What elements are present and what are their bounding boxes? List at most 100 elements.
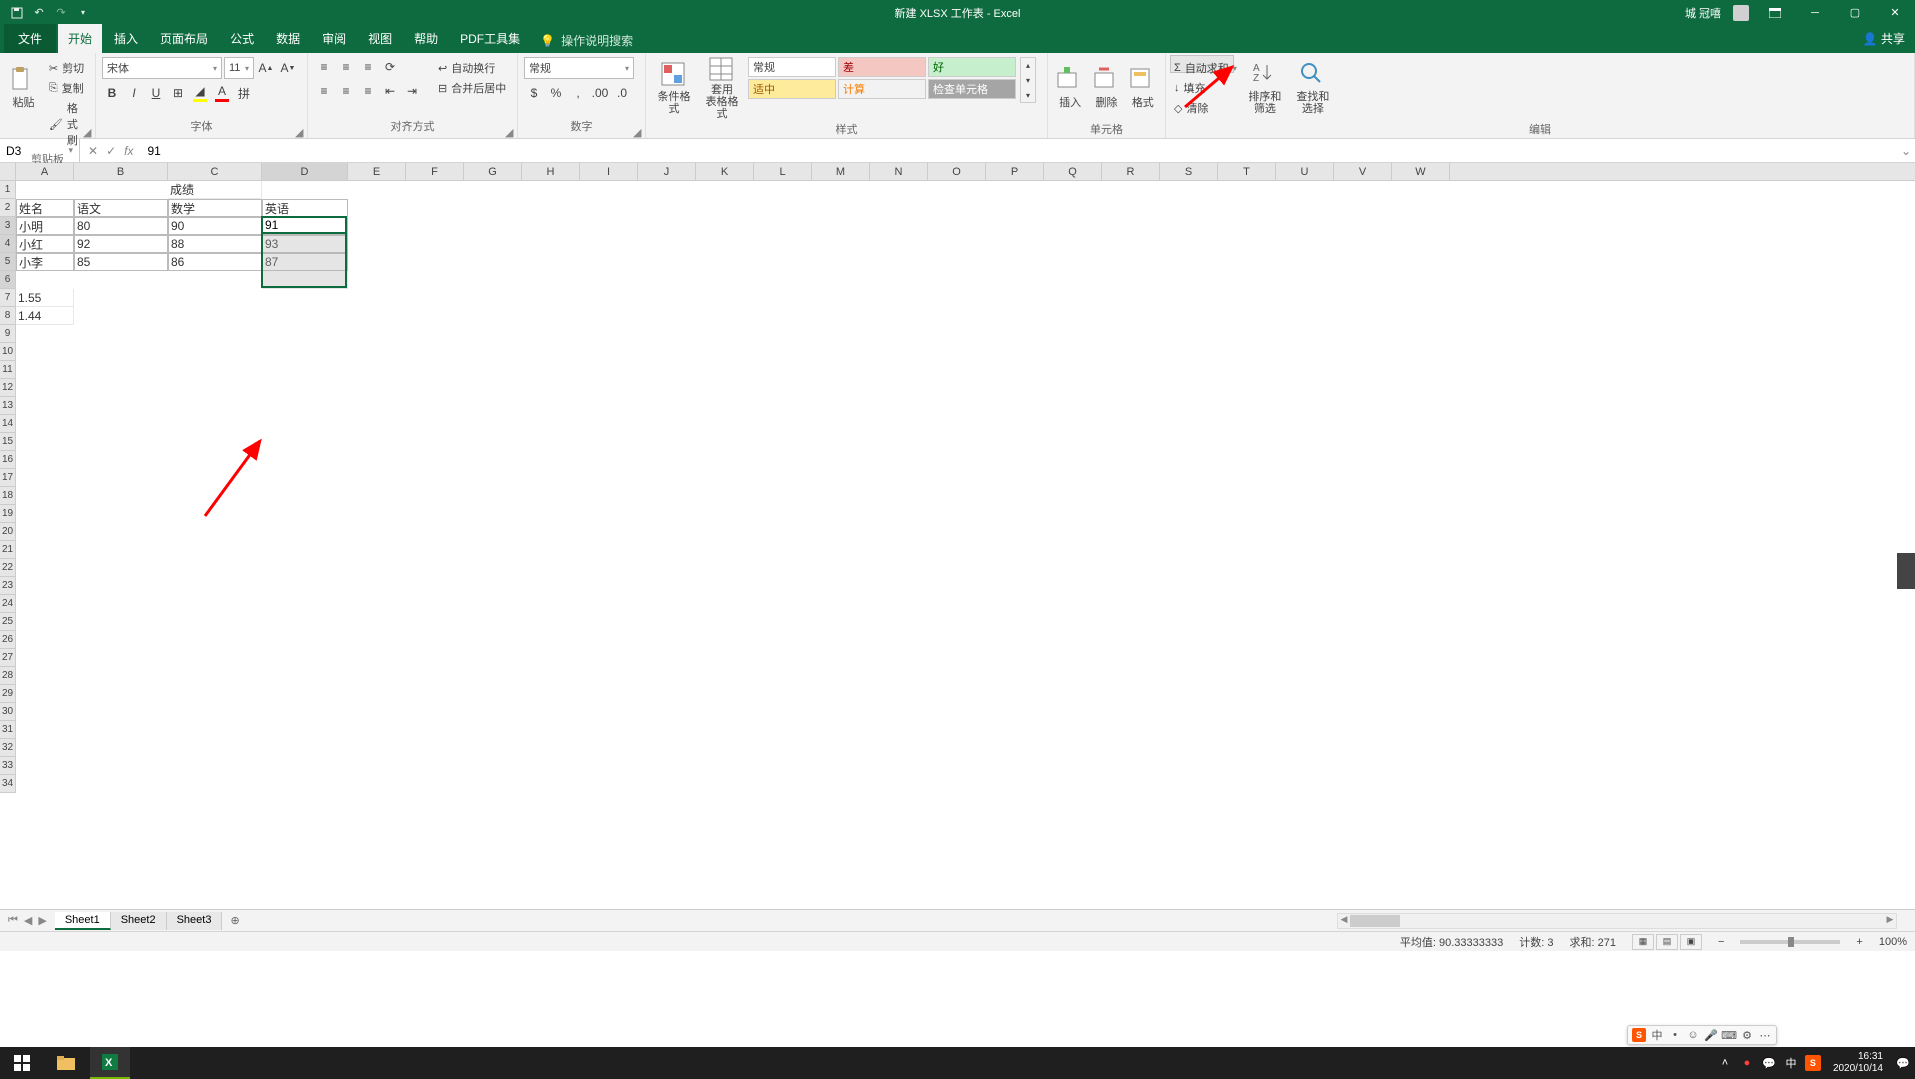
- cut-button[interactable]: ✂剪切: [45, 59, 89, 77]
- style-neutral[interactable]: 适中: [748, 79, 836, 99]
- row-header-34[interactable]: 34: [0, 775, 16, 793]
- column-header-C[interactable]: C: [168, 163, 262, 180]
- expand-formula-bar-icon[interactable]: ⌄: [1897, 144, 1915, 158]
- sheet-tab-sheet1[interactable]: Sheet1: [55, 912, 111, 930]
- column-header-V[interactable]: V: [1334, 163, 1392, 180]
- find-select-button[interactable]: 查找和选择: [1291, 57, 1335, 119]
- row-header-12[interactable]: 12: [0, 379, 16, 397]
- row-header-31[interactable]: 31: [0, 721, 16, 739]
- column-header-R[interactable]: R: [1102, 163, 1160, 180]
- increase-font-icon[interactable]: A▲: [256, 58, 276, 78]
- align-top-icon[interactable]: ≡: [314, 57, 334, 77]
- row-header-3[interactable]: 3: [0, 217, 16, 235]
- qat-dropdown-icon[interactable]: ▾: [76, 6, 90, 20]
- cell-styles-gallery[interactable]: 常规 差 好 适中 计算 检查单元格: [748, 57, 1016, 99]
- view-page-break-icon[interactable]: ▣: [1680, 934, 1702, 950]
- row-header-15[interactable]: 15: [0, 433, 16, 451]
- zoom-out-icon[interactable]: −: [1718, 936, 1724, 948]
- cell-A3[interactable]: 小明: [16, 217, 74, 235]
- row-header-7[interactable]: 7: [0, 289, 16, 307]
- row-header-18[interactable]: 18: [0, 487, 16, 505]
- excel-taskbar-button[interactable]: X: [90, 1047, 130, 1079]
- select-all-button[interactable]: [0, 163, 16, 180]
- column-header-H[interactable]: H: [522, 163, 580, 180]
- save-icon[interactable]: [10, 6, 24, 20]
- align-middle-icon[interactable]: ≡: [336, 57, 356, 77]
- user-name[interactable]: 城 冠嘻: [1685, 5, 1721, 21]
- row-header-1[interactable]: 1: [0, 181, 16, 199]
- row-header-23[interactable]: 23: [0, 577, 16, 595]
- number-launcher-icon[interactable]: ◢: [633, 126, 643, 136]
- notification-center-icon[interactable]: 💬: [1895, 1055, 1911, 1071]
- phonetic-button[interactable]: 拼: [234, 83, 254, 103]
- user-avatar-icon[interactable]: [1733, 5, 1749, 21]
- share-button[interactable]: 👤 共享: [1863, 30, 1905, 47]
- taskbar-clock[interactable]: 16:31 2020/10/14: [1827, 1051, 1889, 1075]
- style-bad[interactable]: 差: [838, 57, 926, 77]
- tab-home[interactable]: 开始: [58, 24, 102, 53]
- zoom-slider[interactable]: [1740, 940, 1840, 944]
- row-header-21[interactable]: 21: [0, 541, 16, 559]
- horizontal-scrollbar[interactable]: ◀ ▶: [1337, 913, 1897, 929]
- styles-scroll-down-icon[interactable]: ▾: [1021, 73, 1035, 87]
- tab-review[interactable]: 审阅: [312, 24, 356, 53]
- column-header-I[interactable]: I: [580, 163, 638, 180]
- row-header-5[interactable]: 5: [0, 253, 16, 271]
- column-header-M[interactable]: M: [812, 163, 870, 180]
- font-launcher-icon[interactable]: ◢: [295, 126, 305, 136]
- cell-C3[interactable]: 90: [168, 217, 262, 235]
- column-header-S[interactable]: S: [1160, 163, 1218, 180]
- column-header-D[interactable]: D: [262, 163, 348, 180]
- row-header-8[interactable]: 8: [0, 307, 16, 325]
- row-header-25[interactable]: 25: [0, 613, 16, 631]
- row-header-26[interactable]: 26: [0, 631, 16, 649]
- column-header-K[interactable]: K: [696, 163, 754, 180]
- align-center-icon[interactable]: ≡: [336, 81, 356, 101]
- align-right-icon[interactable]: ≡: [358, 81, 378, 101]
- ime-keyboard-icon[interactable]: ⌨: [1722, 1028, 1736, 1042]
- tab-view[interactable]: 视图: [358, 24, 402, 53]
- column-header-T[interactable]: T: [1218, 163, 1276, 180]
- font-color-button[interactable]: A: [212, 83, 232, 103]
- conditional-format-button[interactable]: 条件格式: [652, 57, 696, 119]
- italic-button[interactable]: I: [124, 83, 144, 103]
- ime-skin-icon[interactable]: ⚙: [1740, 1028, 1754, 1042]
- ime-lang-icon[interactable]: 中: [1650, 1028, 1664, 1042]
- ribbon-display-options-icon[interactable]: [1761, 3, 1789, 23]
- column-header-W[interactable]: W: [1392, 163, 1450, 180]
- scroll-right-icon[interactable]: ▶: [1884, 914, 1896, 925]
- cell-A2[interactable]: 姓名: [16, 199, 74, 217]
- fill-color-button[interactable]: ◢: [190, 83, 210, 103]
- tab-page-layout[interactable]: 页面布局: [150, 24, 218, 53]
- insert-function-icon[interactable]: fx: [124, 144, 133, 158]
- cell-B5[interactable]: 85: [74, 253, 168, 271]
- tray-record-icon[interactable]: ●: [1739, 1055, 1755, 1071]
- cell-C5[interactable]: 86: [168, 253, 262, 271]
- format-painter-button[interactable]: 🖌格式刷: [45, 99, 89, 149]
- decrease-decimal-icon[interactable]: .0: [612, 83, 632, 103]
- row-header-27[interactable]: 27: [0, 649, 16, 667]
- cell-B2[interactable]: 语文: [74, 199, 168, 217]
- comma-format-icon[interactable]: ,: [568, 83, 588, 103]
- cell-C2[interactable]: 数学: [168, 199, 262, 217]
- column-header-N[interactable]: N: [870, 163, 928, 180]
- tab-data[interactable]: 数据: [266, 24, 310, 53]
- row-header-9[interactable]: 9: [0, 325, 16, 343]
- decrease-indent-icon[interactable]: ⇤: [380, 81, 400, 101]
- row-header-6[interactable]: 6: [0, 271, 16, 289]
- minimize-icon[interactable]: ─: [1801, 3, 1829, 23]
- tray-ime-icon[interactable]: 中: [1783, 1055, 1799, 1071]
- zoom-in-icon[interactable]: +: [1856, 936, 1862, 948]
- enter-formula-icon[interactable]: ✓: [106, 144, 116, 158]
- row-header-17[interactable]: 17: [0, 469, 16, 487]
- orientation-icon[interactable]: ⟳: [380, 57, 400, 77]
- style-calc[interactable]: 计算: [838, 79, 926, 99]
- row-header-4[interactable]: 4: [0, 235, 16, 253]
- column-header-G[interactable]: G: [464, 163, 522, 180]
- cell-B4[interactable]: 92: [74, 235, 168, 253]
- alignment-launcher-icon[interactable]: ◢: [505, 126, 515, 136]
- border-button[interactable]: ⊞: [168, 83, 188, 103]
- delete-cells-button[interactable]: 删除: [1090, 57, 1122, 119]
- sort-filter-button[interactable]: AZ 排序和筛选: [1243, 57, 1287, 119]
- ime-settings-icon[interactable]: ⋯: [1758, 1028, 1772, 1042]
